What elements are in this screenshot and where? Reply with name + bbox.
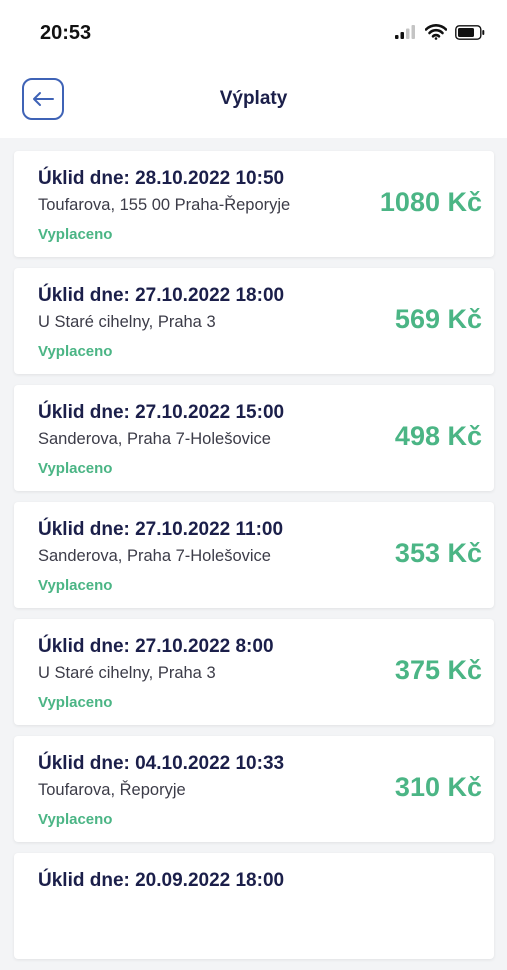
- payout-address: Sanderova, Praha 7-Holešovice: [38, 430, 271, 448]
- payout-status: Vyplaceno: [38, 460, 113, 477]
- wifi-icon: [425, 24, 447, 40]
- payout-address: U Staré cihelny, Praha 3: [38, 313, 216, 331]
- payout-address: Toufarova, 155 00 Praha-Řeporyje: [38, 196, 291, 214]
- payout-title: Úklid dne: 27.10.2022 15:00: [38, 402, 285, 423]
- payout-address: U Staré cihelny, Praha 3: [38, 664, 216, 682]
- page-title: Výplaty: [219, 88, 288, 109]
- signal-icon: [395, 25, 415, 39]
- payout-amount: 1080 Kč: [379, 187, 482, 217]
- payout-card[interactable]: Úklid dne: 27.10.2022 11:00 Sanderova, P…: [14, 502, 494, 608]
- payout-card[interactable]: Úklid dne: 20.09.2022 18:00: [14, 853, 494, 959]
- payout-status: Vyplaceno: [38, 694, 113, 711]
- payout-title: Úklid dne: 27.10.2022 11:00: [38, 519, 284, 540]
- payout-address: Sanderova, Praha 7-Holešovice: [38, 547, 271, 565]
- payout-status: Vyplaceno: [38, 226, 113, 243]
- payout-card[interactable]: Úklid dne: 28.10.2022 10:50 Toufarova, 1…: [14, 151, 494, 257]
- payout-title: Úklid dne: 28.10.2022 10:50: [38, 168, 285, 189]
- payout-list: Úklid dne: 28.10.2022 10:50 Toufarova, 1…: [14, 151, 494, 970]
- payout-amount: 353 Kč: [394, 538, 482, 568]
- payout-card[interactable]: Úklid dne: 27.10.2022 8:00 U Staré cihel…: [14, 619, 494, 725]
- payout-card[interactable]: Úklid dne: 27.10.2022 15:00 Sanderova, P…: [14, 385, 494, 491]
- payout-status: Vyplaceno: [38, 577, 113, 594]
- status-icons: [395, 24, 485, 40]
- payout-card[interactable]: Úklid dne: 04.10.2022 10:33 Toufarova, Ř…: [14, 736, 494, 842]
- payout-title: Úklid dne: 27.10.2022 18:00: [38, 285, 285, 306]
- payout-card[interactable]: Úklid dne: 27.10.2022 18:00 U Staré cihe…: [14, 268, 494, 374]
- status-time: 20:53: [40, 22, 92, 44]
- payout-title: Úklid dne: 04.10.2022 10:33: [38, 753, 285, 774]
- status-bar: 20:53: [0, 0, 507, 64]
- payout-amount: 569 Kč: [394, 304, 482, 334]
- payout-status: Vyplaceno: [38, 343, 113, 360]
- payout-title: Úklid dne: 20.09.2022 18:00: [38, 870, 285, 891]
- payout-amount: 310 Kč: [394, 772, 482, 802]
- payout-address: Toufarova, Řeporyje: [38, 781, 186, 799]
- payout-amount: 498 Kč: [394, 421, 482, 451]
- payout-status: Vyplaceno: [38, 811, 113, 828]
- battery-icon: [455, 24, 485, 40]
- payout-amount: 375 Kč: [394, 655, 482, 685]
- app-header: Výplaty: [0, 64, 507, 138]
- payout-title: Úklid dne: 27.10.2022 8:00: [38, 636, 274, 657]
